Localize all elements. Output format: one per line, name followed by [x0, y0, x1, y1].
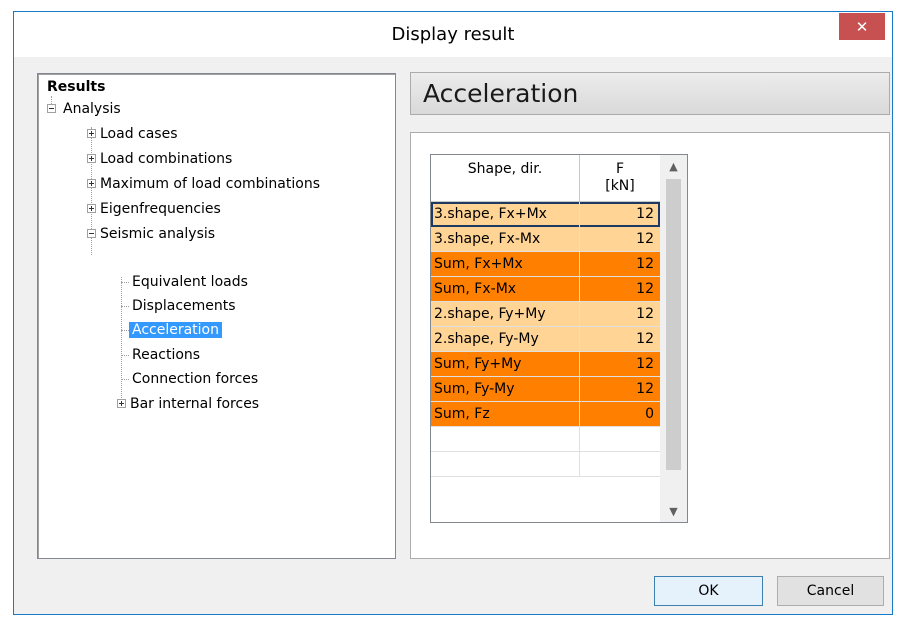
display-result-dialog: Display result ✕ Results Analysis Load c…	[13, 11, 893, 615]
tree-node-label: Bar internal forces	[130, 396, 260, 412]
cell-shape-dir[interactable]: Sum, Fy-My	[431, 377, 580, 402]
cell-shape-dir[interactable]: Sum, Fx+Mx	[431, 252, 580, 277]
tree-node-label: Equivalent loads	[132, 274, 248, 290]
table-scrollbar[interactable]: ▲ ▼	[660, 155, 687, 522]
cell-force-value[interactable]: 12	[580, 352, 660, 377]
column-header-unit: [kN]	[605, 178, 635, 194]
tree-node-label: Connection forces	[132, 371, 259, 387]
results-tree[interactable]: Results Analysis Load cases Load combina…	[37, 73, 396, 559]
scroll-up-button[interactable]: ▲	[660, 155, 687, 177]
collapse-icon[interactable]	[87, 229, 96, 238]
tree-connector	[121, 379, 129, 380]
tree-node-seismic-analysis[interactable]: Seismic analysis	[87, 224, 218, 244]
cell-force-value[interactable]: 12	[580, 377, 660, 402]
cell-force-value[interactable]	[580, 452, 660, 477]
table-row[interactable]: Sum, Fx+Mx 12	[431, 252, 660, 277]
tree-node-label: Displacements	[132, 298, 236, 314]
tree-node-load-cases[interactable]: Load cases	[87, 124, 181, 144]
tree-node-label: Load cases	[100, 126, 178, 142]
cell-force-value[interactable]: 12	[580, 252, 660, 277]
tree-node-label: Reactions	[132, 347, 201, 363]
tree-node-label: Maximum of load combinations	[100, 176, 320, 192]
cell-force-value[interactable]: 12	[580, 302, 660, 327]
collapse-icon[interactable]	[47, 104, 56, 113]
table-row[interactable]: Sum, Fz 0	[431, 402, 660, 427]
tree-node-connection-forces[interactable]: Connection forces	[129, 369, 261, 389]
cell-shape-dir[interactable]: 2.shape, Fy-My	[431, 327, 580, 352]
table-row[interactable]: Sum, Fx-Mx 12	[431, 277, 660, 302]
tree-node-bar-internal-forces[interactable]: Bar internal forces	[117, 394, 262, 414]
scrollbar-thumb[interactable]	[666, 179, 681, 470]
tree-node-label: Acceleration	[129, 322, 222, 338]
column-header-shape[interactable]: Shape, dir.	[431, 155, 580, 201]
tree-connector	[121, 306, 129, 307]
cell-shape-dir[interactable]: Sum, Fx-Mx	[431, 277, 580, 302]
cell-shape-dir[interactable]	[431, 452, 580, 477]
result-title: Acceleration	[423, 79, 579, 108]
tree-connector	[121, 355, 129, 356]
cell-force-value[interactable]: 12	[580, 277, 660, 302]
tree-node-acceleration[interactable]: Acceleration	[129, 320, 222, 340]
cell-force-value[interactable]	[580, 427, 660, 452]
window-title: Display result	[391, 24, 515, 45]
tree-node-label: Analysis	[63, 101, 121, 117]
chevron-up-icon: ▲	[669, 159, 678, 173]
table-row[interactable]	[431, 427, 660, 452]
tree-node-label: Seismic analysis	[100, 226, 216, 242]
ok-button-label: OK	[698, 583, 719, 599]
column-header-label: F	[615, 161, 625, 177]
cell-force-value[interactable]: 12	[580, 202, 660, 227]
cell-shape-dir[interactable]	[431, 427, 580, 452]
expand-icon[interactable]	[87, 179, 96, 188]
tree-node-equivalent-loads[interactable]: Equivalent loads	[129, 272, 251, 292]
cell-shape-dir[interactable]: Sum, Fy+My	[431, 352, 580, 377]
expand-icon[interactable]	[87, 204, 96, 213]
cell-shape-dir[interactable]: 3.shape, Fx+Mx	[431, 202, 580, 227]
tree-node-label: Eigenfrequencies	[100, 201, 221, 217]
cell-shape-dir[interactable]: 3.shape, Fx-Mx	[431, 227, 580, 252]
table-header: Shape, dir. F [kN]	[431, 155, 660, 202]
ok-button[interactable]: OK	[654, 576, 763, 606]
table-row[interactable]	[431, 452, 660, 477]
close-button[interactable]: ✕	[839, 13, 885, 40]
result-content: Shape, dir. F [kN] 3.shape, Fx+Mx 12 3.sha…	[410, 132, 890, 559]
table-row[interactable]: 3.shape, Fx-Mx 12	[431, 227, 660, 252]
tree-node-analysis[interactable]: Analysis	[47, 99, 124, 119]
cell-shape-dir[interactable]: 2.shape, Fy+My	[431, 302, 580, 327]
table-row[interactable]: Sum, Fy+My 12	[431, 352, 660, 377]
column-header-label: Shape, dir.	[467, 161, 543, 177]
tree-connector	[121, 330, 129, 331]
cell-force-value[interactable]: 0	[580, 402, 660, 427]
table-row[interactable]: 2.shape, Fy-My 12	[431, 327, 660, 352]
table-row[interactable]: Sum, Fy-My 12	[431, 377, 660, 402]
tree-node-reactions[interactable]: Reactions	[129, 345, 203, 365]
expand-icon[interactable]	[117, 399, 126, 408]
cell-force-value[interactable]: 12	[580, 327, 660, 352]
result-header: Acceleration	[410, 72, 890, 115]
cancel-button-label: Cancel	[806, 583, 855, 599]
cell-force-value[interactable]: 12	[580, 227, 660, 252]
acceleration-table[interactable]: Shape, dir. F [kN] 3.shape, Fx+Mx 12 3.sha…	[430, 154, 688, 523]
close-icon: ✕	[855, 17, 869, 36]
table-row[interactable]: 2.shape, Fy+My 12	[431, 302, 660, 327]
tree-node-displacements[interactable]: Displacements	[129, 296, 239, 316]
dialog-client-area: Results Analysis Load cases Load combina…	[14, 57, 892, 614]
tree-connector	[121, 277, 122, 404]
expand-icon[interactable]	[87, 154, 96, 163]
tree-node-label: Load combinations	[100, 151, 233, 167]
cancel-button[interactable]: Cancel	[777, 576, 884, 606]
column-header-force[interactable]: F [kN]	[580, 155, 660, 201]
chevron-down-icon: ▼	[669, 504, 678, 518]
tree-connector	[121, 282, 129, 283]
tree-node-load-combinations[interactable]: Load combinations	[87, 149, 235, 169]
tree-root-results: Results	[47, 79, 106, 95]
tree-node-eigenfrequencies[interactable]: Eigenfrequencies	[87, 199, 224, 219]
scroll-down-button[interactable]: ▼	[660, 500, 687, 522]
title-bar[interactable]: Display result ✕	[14, 12, 892, 57]
tree-node-maximum-of-load-combinations[interactable]: Maximum of load combinations	[87, 174, 323, 194]
table-row[interactable]: 3.shape, Fx+Mx 12	[431, 202, 660, 227]
expand-icon[interactable]	[87, 129, 96, 138]
cell-shape-dir[interactable]: Sum, Fz	[431, 402, 580, 427]
